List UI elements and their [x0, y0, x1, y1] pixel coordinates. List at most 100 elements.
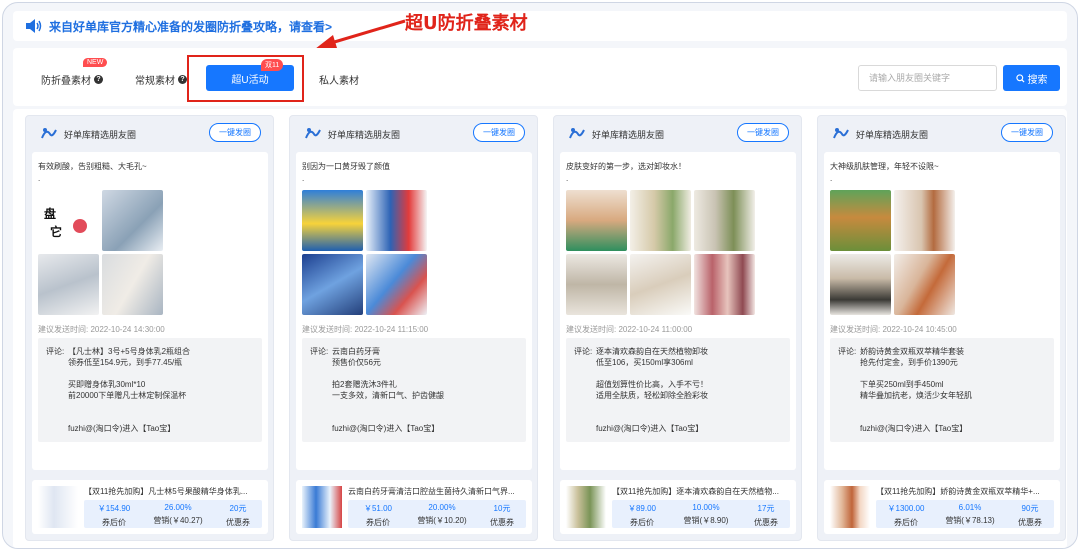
- post-image[interactable]: [38, 254, 99, 315]
- post-image[interactable]: [694, 190, 755, 251]
- post-text: 别因为一口黄牙毁了颜值: [302, 162, 390, 171]
- commission-value: 20.00%: [428, 503, 456, 512]
- comment-line: 领券低至154.9元，到手77.45/瓶: [68, 358, 183, 367]
- post-image[interactable]: [830, 254, 891, 315]
- post-image[interactable]: [630, 254, 691, 315]
- tab-regular[interactable]: 常规素材 ?: [135, 72, 187, 87]
- highlight-box: [187, 55, 304, 102]
- commission-label: 营销(￥10.20): [417, 516, 467, 525]
- comment-line: 低至106，买150ml享306ml: [596, 358, 693, 367]
- product-image: [830, 486, 870, 528]
- search-input[interactable]: [858, 65, 997, 91]
- comment-box: 评论: 娇韵诗黄金双瓶双萃精华套装 抢先付定金，到手价1390元 下单买250m…: [830, 338, 1054, 442]
- comment-line: fuzhi@(淘口令)进入【Tao宝】: [332, 424, 440, 433]
- price-value: ￥89.00: [627, 504, 657, 513]
- post-image[interactable]: [830, 190, 891, 251]
- new-badge: NEW: [83, 58, 108, 67]
- product-stats: ￥51.00 券后价 20.00% 营销(￥10.20) 10元 优惠券: [348, 500, 526, 528]
- coupon-label: 优惠券: [754, 518, 778, 527]
- card-body: 有效刷酸，告别粗糙、大毛孔~ . 盘它 建议发送时间: 2022-10-24 1…: [32, 152, 268, 470]
- product-title[interactable]: 【双11抢先加购】娇韵诗黄金双瓶双萃精华+...: [876, 486, 1056, 497]
- post-image[interactable]: 盘它: [38, 190, 99, 251]
- product-card[interactable]: 云南白药牙膏清洁口腔益生菌持久清新口气界... ￥51.00 券后价 20.00%…: [296, 480, 532, 534]
- card-header: 好单库精选朋友圈 一键发圈: [290, 116, 537, 150]
- price-label: 券后价: [102, 518, 126, 527]
- post-image[interactable]: [102, 190, 163, 251]
- post-image[interactable]: [302, 190, 363, 251]
- search-button[interactable]: 搜索: [1003, 65, 1060, 91]
- tab-private[interactable]: 私人素材: [319, 72, 359, 87]
- post-image[interactable]: [694, 254, 755, 315]
- post-image[interactable]: [630, 190, 691, 251]
- help-icon[interactable]: ?: [178, 75, 187, 84]
- card-body: 大神级肌肤管理，年轻不设限~ . 建议发送时间: 2022-10-24 10:4…: [824, 152, 1060, 470]
- brand-logo-icon: [569, 128, 585, 139]
- price-value: ￥154.90: [97, 504, 131, 513]
- post-dot: .: [38, 174, 41, 183]
- share-button[interactable]: 一键发圈: [473, 123, 525, 142]
- app-frame: 来自好单库官方精心准备的发圈防折叠攻略，请查看> 超U防折叠素材 防折叠素材 ?…: [2, 2, 1078, 549]
- product-stats: ￥1300.00 券后价 6.01% 营销(￥78.13) 90元 优惠券: [876, 500, 1054, 528]
- post-image[interactable]: [566, 254, 627, 315]
- card-header: 好单库精选朋友圈 一键发圈: [818, 116, 1065, 150]
- comment-line: 云南白药牙膏: [332, 347, 380, 356]
- comment-label: 评论:: [46, 347, 65, 356]
- callout-label: 超U防折叠素材: [405, 13, 528, 34]
- product-card[interactable]: 【双11抢先加购】逐本清欢森韵自在天然植物... ￥89.00 券后价 10.00…: [560, 480, 796, 534]
- moment-card: 好单库精选朋友圈 一键发圈 皮肤变好的第一步，选对卸妆水！ . 建议发送时间: …: [553, 115, 802, 541]
- post-text: 皮肤变好的第一步，选对卸妆水！: [566, 162, 686, 171]
- price-label: 券后价: [894, 518, 918, 527]
- commission-value: 10.00%: [692, 503, 720, 512]
- post-image[interactable]: [302, 254, 363, 315]
- coupon-value: 10元: [493, 504, 511, 513]
- product-card[interactable]: 【双11抢先加购】娇韵诗黄金双瓶双萃精华+... ￥1300.00 券后价 6.0…: [824, 480, 1060, 534]
- price-value: ￥1300.00: [887, 504, 925, 513]
- card-title: 好单库精选朋友圈: [592, 130, 665, 140]
- card-title: 好单库精选朋友圈: [328, 130, 401, 140]
- product-stats: ￥154.90 券后价 26.00% 营销(￥40.27) 20元 优惠券: [84, 500, 262, 528]
- commission-value: 26.00%: [164, 503, 192, 512]
- product-title[interactable]: 【双11抢先加购】凡士林5号果酸精华身体乳...: [84, 486, 264, 497]
- notice-bar[interactable]: 来自好单库官方精心准备的发圈防折叠攻略，请查看>: [13, 11, 1067, 41]
- coupon-value: 17元: [757, 504, 775, 513]
- post-image[interactable]: [366, 254, 427, 315]
- post-image[interactable]: [894, 254, 955, 315]
- product-image: [38, 486, 78, 528]
- product-title[interactable]: 云南白药牙膏清洁口腔益生菌持久清新口气界...: [348, 486, 528, 497]
- comment-label: 评论:: [838, 347, 857, 356]
- card-title: 好单库精选朋友圈: [856, 130, 929, 140]
- post-image[interactable]: [566, 190, 627, 251]
- brand-logo-icon: [305, 128, 321, 139]
- comment-line: 超值划算性价比高，入手不亏！: [596, 380, 708, 389]
- tab-anti-fold[interactable]: 防折叠素材 ?: [41, 72, 103, 87]
- share-button[interactable]: 一键发圈: [1001, 123, 1053, 142]
- comment-box: 评论: 云南白药牙膏 预售价仅56元 拍2套赠洗沐3件礼 一支多效，清新口气、护…: [302, 338, 526, 442]
- tabs-bar: 防折叠素材 ? NEW 常规素材 ? 超U活动 双11 私人素材 搜索: [13, 48, 1067, 106]
- notice-text[interactable]: 来自好单库官方精心准备的发圈防折叠攻略，请查看>: [49, 18, 332, 35]
- tab-label: 防折叠素材: [41, 76, 91, 87]
- product-card[interactable]: 【双11抢先加购】凡士林5号果酸精华身体乳... ￥154.90 券后价 26.0…: [32, 480, 268, 534]
- comment-line: 买即赠身体乳30ml*10: [68, 380, 146, 389]
- post-dot: .: [302, 174, 305, 183]
- cards-area: 好单库精选朋友圈 一键发圈 有效刷酸，告别粗糙、大毛孔~ . 盘它 建议发送时间…: [13, 109, 1067, 548]
- brand-logo-icon: [41, 128, 57, 139]
- comment-line: 抢先付定金，到手价1390元: [860, 358, 958, 367]
- post-image[interactable]: [894, 190, 955, 251]
- product-title[interactable]: 【双11抢先加购】逐本清欢森韵自在天然植物...: [612, 486, 792, 497]
- share-button[interactable]: 一键发圈: [737, 123, 789, 142]
- post-image[interactable]: [102, 254, 163, 315]
- post-image[interactable]: [366, 190, 427, 251]
- comment-line: 一支多效，清新口气、护齿健龈: [332, 391, 444, 400]
- speaker-icon: [25, 19, 43, 33]
- comment-line: 适用全肤质，轻松卸除全脸彩妆: [596, 391, 708, 400]
- price-value: ￥51.00: [363, 504, 393, 513]
- share-button[interactable]: 一键发圈: [209, 123, 261, 142]
- coupon-label: 优惠券: [1018, 518, 1042, 527]
- post-dot: .: [566, 174, 569, 183]
- suggested-time: 建议发送时间: 2022-10-24 11:00:00: [566, 325, 693, 334]
- card-body: 别因为一口黄牙毁了颜值 . 建议发送时间: 2022-10-24 11:15:0…: [296, 152, 532, 470]
- comment-line: 预售价仅56元: [332, 358, 381, 367]
- price-label: 券后价: [630, 518, 654, 527]
- card-header: 好单库精选朋友圈 一键发圈: [554, 116, 801, 150]
- help-icon[interactable]: ?: [94, 75, 103, 84]
